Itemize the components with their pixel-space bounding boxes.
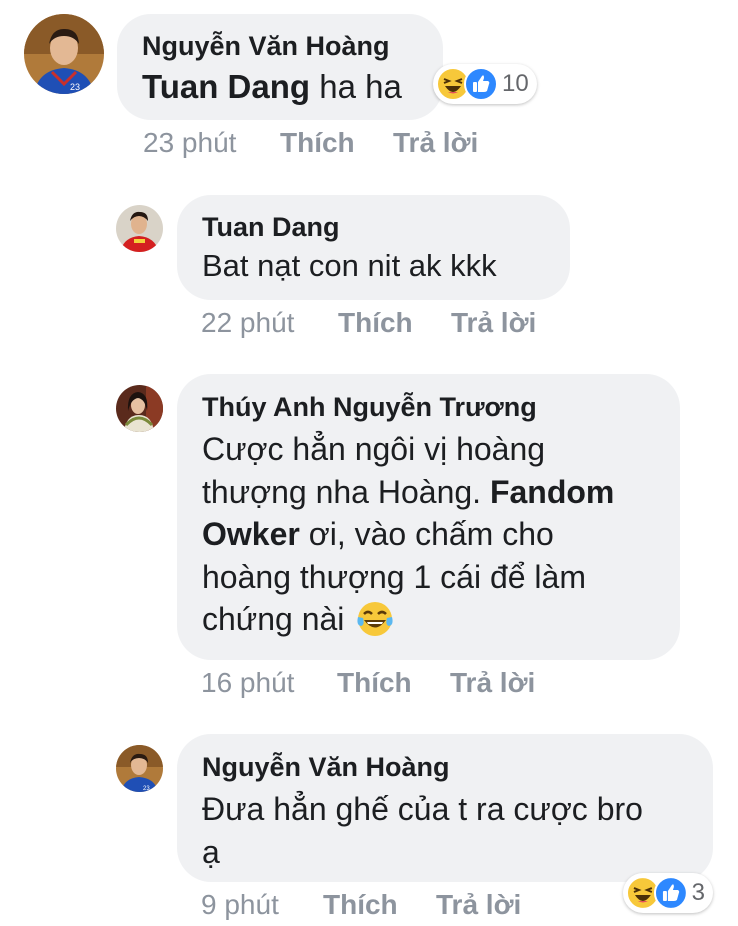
comment-text: Cược hẳn ngôi vị hoàng thượng nha Hoàng.… (202, 428, 614, 641)
like-button[interactable]: Thích (280, 127, 355, 159)
comment-text-body: thượng nha Hoàng. (202, 473, 490, 510)
avatar[interactable]: 23 (116, 745, 163, 792)
avatar-photo (116, 205, 163, 252)
avatar-photo: 23 (24, 14, 104, 94)
comment-text-body: ha ha (310, 68, 402, 105)
like-button[interactable]: Thích (337, 667, 412, 699)
comment-author[interactable]: Tuan Dang (202, 212, 340, 243)
comment-text: Bat nạt con nit ak kkk (202, 248, 497, 283)
comment-time[interactable]: 9 phút (201, 889, 279, 921)
comment-text: Đưa hẳn ghế của t ra cược bro ạ (202, 788, 643, 873)
comment-bubble: Nguyễn Văn Hoàng Đưa hẳn ghế của t ra cư… (177, 734, 713, 882)
reply-button[interactable]: Trả lời (451, 307, 536, 339)
comment-time[interactable]: 22 phút (201, 307, 294, 339)
comment-text-body: chứng nài (202, 601, 354, 637)
comment-author[interactable]: Thúy Anh Nguyễn Trương (202, 392, 537, 423)
reaction-count: 3 (691, 879, 705, 906)
avatar-photo: 23 (116, 745, 163, 792)
mention-link[interactable]: Tuan Dang (142, 68, 310, 105)
reply-button[interactable]: Trả lời (450, 667, 535, 699)
svg-text:23: 23 (143, 786, 150, 792)
svg-text:23: 23 (70, 82, 80, 92)
like-icon (464, 67, 498, 101)
laughing-tears-icon (357, 602, 393, 637)
mention-link[interactable]: Owker (202, 516, 300, 552)
like-button[interactable]: Thích (323, 889, 398, 921)
like-icon (653, 876, 688, 910)
mention-link[interactable]: Fandom (490, 474, 614, 510)
comment-time[interactable]: 23 phút (143, 127, 236, 159)
avatar-photo (116, 385, 163, 432)
comment-text-line: hoàng thượng 1 cái để làm (202, 558, 586, 595)
comment-author[interactable]: Nguyễn Văn Hoàng (202, 752, 450, 783)
reply-button[interactable]: Trả lời (436, 889, 521, 921)
comment-text-line: ạ (202, 833, 220, 870)
avatar[interactable] (116, 205, 163, 252)
comment-text-line: chứng nài (202, 598, 614, 641)
comment-text-line: thượng nha Hoàng. Fandom (202, 471, 614, 514)
comment-author[interactable]: Nguyễn Văn Hoàng (142, 31, 390, 62)
avatar[interactable]: 23 (24, 14, 104, 94)
comment-text-body: ơi, vào chấm cho (299, 516, 554, 552)
comment-bubble: Thúy Anh Nguyễn Trương Cược hẳn ngôi vị … (177, 374, 680, 660)
reply-button[interactable]: Trả lời (393, 127, 478, 159)
reaction-summary[interactable]: 10 (433, 64, 537, 104)
reaction-summary[interactable]: 3 (623, 873, 713, 913)
comment-bubble: Nguyễn Văn Hoàng Tuan Dang ha ha (117, 14, 443, 120)
comment-text: Tuan Dang ha ha (142, 68, 402, 106)
comment-bubble: Tuan Dang Bat nạt con nit ak kkk (177, 195, 570, 300)
reaction-count: 10 (502, 70, 529, 97)
like-button[interactable]: Thích (338, 307, 413, 339)
avatar[interactable] (116, 385, 163, 432)
comment-text-line: Owker ơi, vào chấm cho (202, 513, 614, 556)
comment-text-line: Cược hẳn ngôi vị hoàng (202, 431, 546, 467)
comment-time[interactable]: 16 phút (201, 667, 294, 699)
comment-text-line: Đưa hẳn ghế của t ra cược bro (202, 791, 643, 827)
